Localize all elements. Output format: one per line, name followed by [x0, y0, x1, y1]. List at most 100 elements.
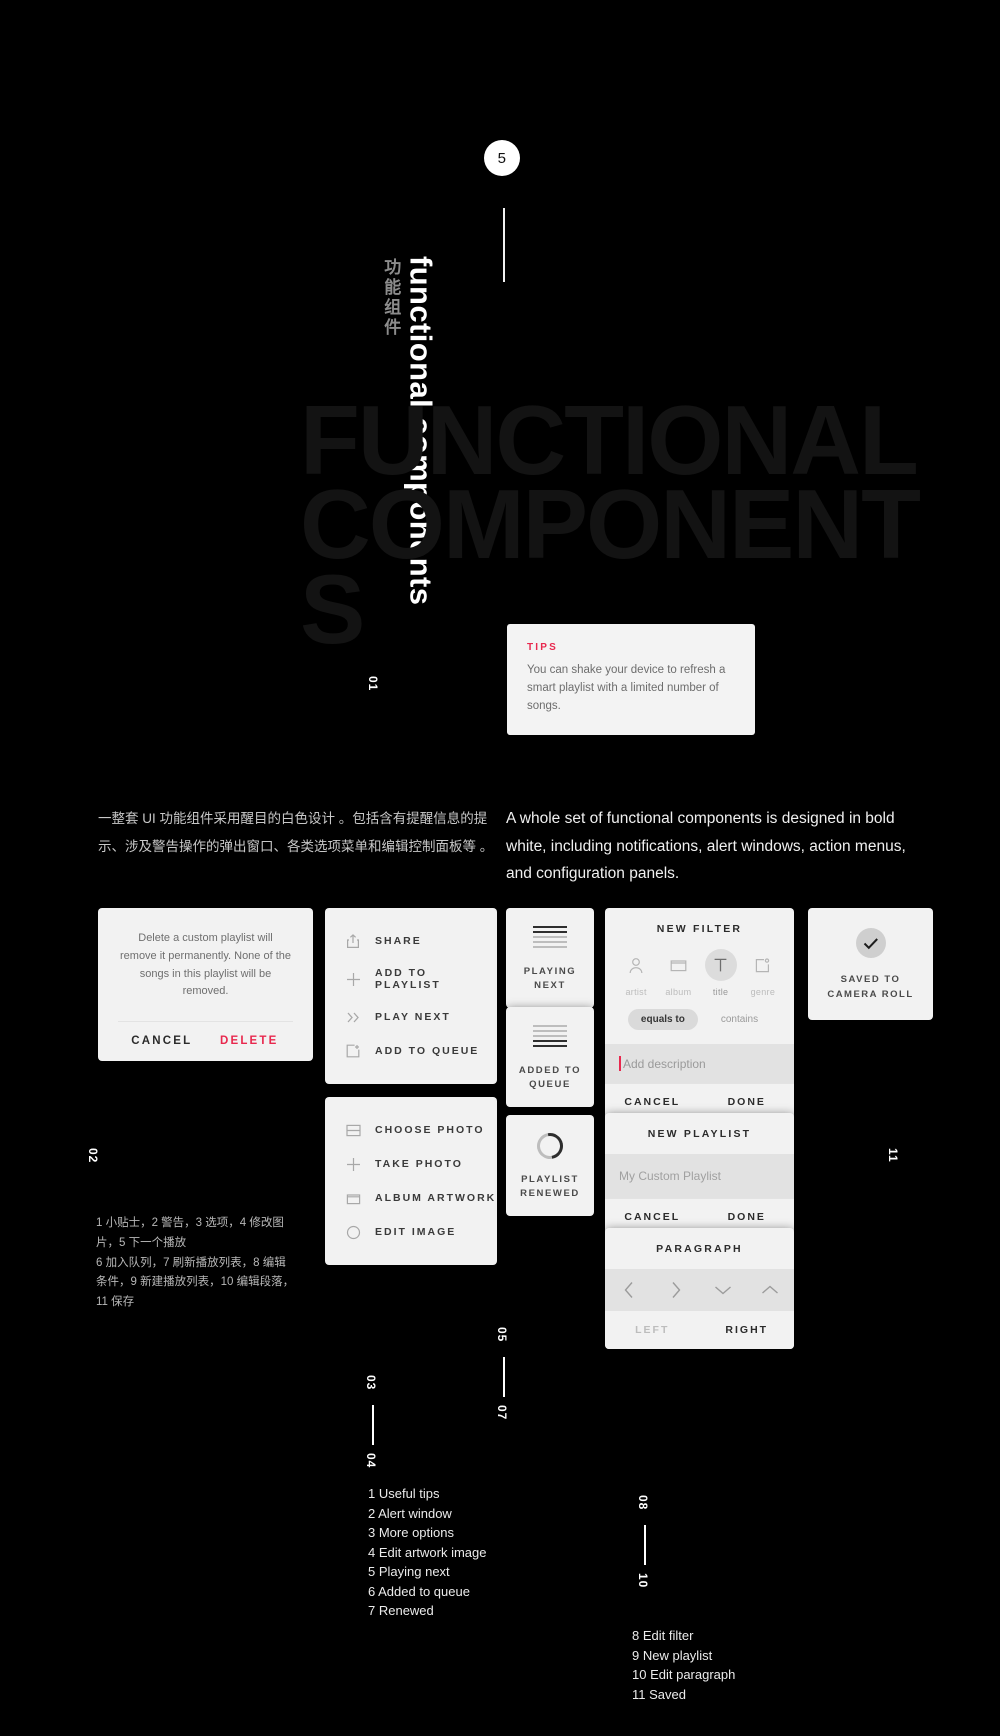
chevron-left-icon[interactable] — [612, 1281, 646, 1299]
filter-field-label: genre — [750, 987, 776, 997]
legend-cn: 1 小贴士，2 警告，3 选项，4 修改图片，5 下一个播放 6 加入队列，7 … — [96, 1217, 295, 1309]
menu-item-choose-photo[interactable]: CHOOSE PHOTO — [325, 1113, 497, 1147]
menu-item-label: PLAY NEXT — [375, 1011, 451, 1023]
marker-02: 02 — [86, 1148, 100, 1164]
marker-10: 10 — [636, 1573, 650, 1589]
plus-icon — [345, 971, 361, 987]
alert-dialog: Delete a custom playlist will remove it … — [98, 908, 313, 1062]
share-menu: SHARE ADD TO PLAYLIST PLAY NEXT ADD TO Q… — [325, 908, 497, 1084]
section-number-badge: 5 — [484, 140, 520, 176]
menu-item-label: EDIT IMAGE — [375, 1226, 457, 1238]
alert-cancel-button[interactable]: CANCEL — [118, 1022, 206, 1061]
menu-item-add-to-playlist[interactable]: ADD TO PLAYLIST — [325, 958, 497, 1000]
saved-toast: SAVED TO CAMERA ROLL — [808, 908, 933, 1021]
text-t-icon — [704, 949, 737, 981]
menu-item-label: CHOOSE PHOTO — [375, 1124, 485, 1136]
chevron-up-icon[interactable] — [753, 1281, 787, 1299]
menu-item-add-to-queue[interactable]: ADD TO QUEUE — [325, 1034, 497, 1068]
paragraph-panel: PARAGRAPH LEFT RIGHT — [605, 1228, 794, 1349]
marker-11: 11 — [886, 1148, 900, 1163]
filter-field-label: title — [712, 987, 729, 997]
paragraph-alignment: LEFT RIGHT — [605, 1311, 794, 1349]
marker-rule-08-10 — [644, 1525, 646, 1565]
tips-label: TIPS — [527, 642, 559, 653]
plus-icon — [345, 1156, 361, 1172]
menu-item-label: ALBUM ARTWORK — [375, 1192, 497, 1204]
queue-lines-top-icon — [533, 926, 567, 951]
toast-label: PLAYLIST RENEWED — [520, 1174, 580, 1200]
list-item: 2 Alert window — [368, 1505, 452, 1521]
paragraph-title: PARAGRAPH — [656, 1243, 743, 1255]
filter-field-label: album — [665, 987, 692, 997]
description-cn: 一整套 UI 功能组件采用醒目的白色设计 。包括含有提醒信息的提示、涉及警告操作… — [98, 811, 494, 854]
filter-field-genre[interactable]: genre — [743, 949, 783, 997]
menu-item-label: SHARE — [375, 935, 422, 947]
menu-item-label: TAKE PHOTO — [375, 1158, 463, 1170]
add-to-box-icon — [345, 1043, 361, 1059]
paragraph-nav — [605, 1269, 794, 1311]
marker-rule-05-07 — [503, 1357, 505, 1397]
toast-added-to-queue: ADDED TO QUEUE — [506, 1007, 594, 1107]
marker-08: 08 — [636, 1495, 650, 1511]
ghost-background-title: FUNCTIONAL COMPONENTS — [300, 385, 921, 664]
list-item: 5 Playing next — [368, 1564, 450, 1579]
filter-field-label: artist — [625, 987, 647, 997]
legend-en-second: 8 Edit filter 9 New playlist 10 Edit par… — [632, 1626, 735, 1704]
photo-menu: CHOOSE PHOTO TAKE PHOTO ALBUM ARTWORK ED… — [325, 1097, 497, 1265]
marker-rule-03-04 — [372, 1405, 374, 1445]
vertical-title-cn: 功能组件 — [381, 258, 401, 338]
legend-en-first: 1 Useful tips 2 Alert window 3 More opti… — [368, 1484, 487, 1621]
refresh-spinner-icon — [531, 1127, 569, 1165]
album-icon — [662, 949, 694, 981]
new-filter-input[interactable]: Add description — [605, 1044, 794, 1083]
marker-01: 01 — [366, 676, 380, 692]
filter-field-title[interactable]: title — [701, 949, 741, 997]
operator-contains[interactable]: contains — [708, 1009, 771, 1030]
tips-card: TIPS You can shake your device to refres… — [507, 624, 755, 736]
marker-07: 07 — [495, 1405, 509, 1421]
menu-item-play-next[interactable]: PLAY NEXT — [325, 1000, 497, 1034]
list-item: 6 Added to queue — [368, 1583, 470, 1599]
check-icon — [855, 928, 886, 958]
list-item: 1 Useful tips — [368, 1486, 440, 1501]
text-caret — [619, 1056, 621, 1071]
alert-delete-button[interactable]: DELETE — [206, 1022, 294, 1061]
genre-tag-icon — [747, 949, 779, 981]
list-item: 11 Saved — [632, 1686, 686, 1702]
description-en: A whole set of functional components is … — [506, 810, 906, 883]
split-rect-icon — [345, 1122, 361, 1138]
list-item: 7 Renewed — [368, 1603, 434, 1618]
new-playlist-input-placeholder: My Custom Playlist — [619, 1169, 722, 1183]
chevron-down-icon[interactable] — [706, 1281, 740, 1299]
operator-equals-to[interactable]: equals to — [627, 1009, 698, 1030]
person-icon — [620, 949, 652, 981]
list-item: 10 Edit paragraph — [632, 1667, 736, 1682]
menu-item-label: ADD TO PLAYLIST — [375, 967, 441, 991]
new-playlist-title: NEW PLAYLIST — [647, 1128, 752, 1140]
toast-playing-next: PLAYING NEXT — [506, 908, 594, 1008]
new-filter-operators: equals to contains — [605, 1001, 794, 1044]
new-filter-dialog: NEW FILTER artist album title genre equa… — [605, 908, 794, 1121]
toast-label: PLAYING NEXT — [523, 966, 577, 992]
new-playlist-dialog: NEW PLAYLIST My Custom Playlist CANCEL D… — [605, 1113, 794, 1236]
list-item: 4 Edit artwork image — [368, 1544, 487, 1560]
new-filter-title: NEW FILTER — [656, 923, 743, 935]
marker-04: 04 — [364, 1453, 378, 1469]
menu-item-take-photo[interactable]: TAKE PHOTO — [325, 1147, 497, 1181]
menu-item-share[interactable]: SHARE — [325, 924, 497, 958]
filter-field-album[interactable]: album — [658, 949, 698, 997]
new-playlist-input[interactable]: My Custom Playlist — [605, 1154, 794, 1198]
filter-field-artist[interactable]: artist — [616, 949, 656, 997]
marker-05: 05 — [495, 1327, 509, 1343]
menu-item-label: ADD TO QUEUE — [375, 1045, 480, 1057]
list-item: 3 More options — [368, 1525, 454, 1540]
chevron-right-icon[interactable] — [659, 1281, 693, 1299]
align-left-button[interactable]: LEFT — [605, 1311, 700, 1349]
badge-vertical-rule — [503, 208, 505, 282]
menu-item-edit-image[interactable]: EDIT IMAGE — [325, 1215, 497, 1249]
align-right-button[interactable]: RIGHT — [700, 1311, 795, 1349]
menu-item-album-artwork[interactable]: ALBUM ARTWORK — [325, 1181, 497, 1215]
alert-actions: CANCEL DELETE — [118, 1021, 293, 1061]
new-filter-fields: artist album title genre — [605, 949, 794, 1001]
slide-canvas: 5 functional components 功能组件 FUNCTIONAL … — [0, 0, 1000, 1736]
